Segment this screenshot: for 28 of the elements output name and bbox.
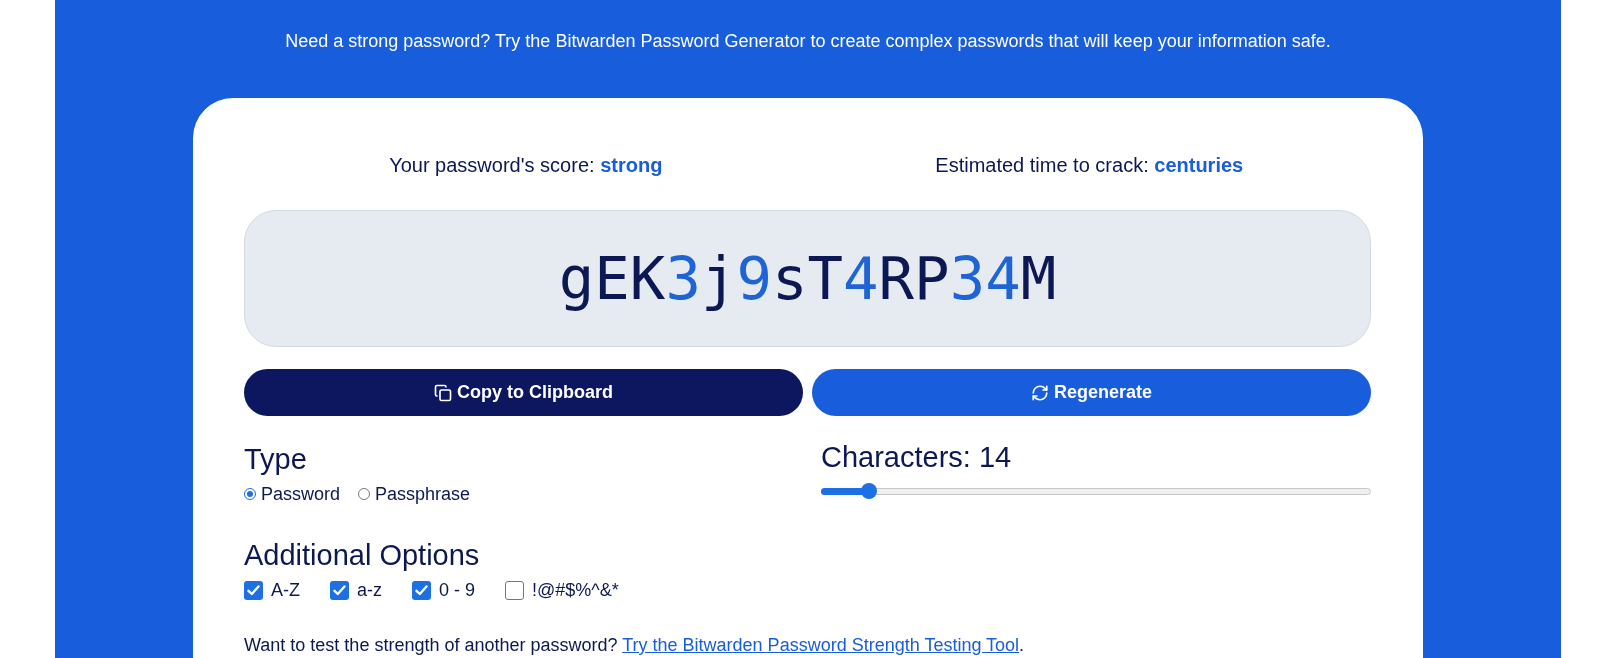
footer-text: Want to test the strength of another password? Try the Bitwarden Password Strength Testing Tool.	[244, 634, 1026, 657]
password-stat: Estimated time to crack: centuries	[934, 153, 1245, 177]
slider-thumb[interactable]	[860, 483, 877, 499]
radio-button[interactable]	[244, 488, 256, 500]
password-stat: Your password's score: strong	[388, 153, 664, 177]
checkmark-icon	[247, 584, 260, 596]
checkbox-label: a-z	[357, 579, 382, 601]
checkmark-icon	[415, 584, 428, 596]
checkbox[interactable]	[330, 580, 349, 600]
options-heading: Additional Options	[244, 538, 480, 573]
radio-label: Passphrase	[375, 483, 471, 505]
checkbox-label: A-Z	[271, 579, 300, 601]
checkbox[interactable]	[244, 580, 263, 600]
radio-button[interactable]	[358, 488, 371, 500]
strength-tool-link[interactable]: Try the Bitwarden Password Strength Testing Tool	[622, 635, 1020, 655]
checkbox-label: 0 - 9	[439, 579, 476, 601]
checkbox[interactable]	[505, 580, 525, 600]
radio-label: Password	[261, 483, 341, 505]
checkbox[interactable]	[412, 580, 431, 600]
type-heading: Type	[244, 442, 307, 477]
intro-text: Need a strong password? Try the Bitwarden Password Generator to create complex passwords that will keep your information safe.	[285, 30, 1331, 53]
regenerate-button[interactable]: Regenerate	[812, 369, 1371, 416]
copy-button[interactable]: Copy to Clipboard	[244, 369, 803, 416]
length-label: Characters: 14	[821, 440, 1012, 475]
refresh-icon	[1030, 383, 1049, 402]
checkbox-label: !@#$%^&*	[532, 579, 619, 601]
copy-icon	[434, 383, 452, 402]
checkmark-icon	[333, 584, 346, 596]
